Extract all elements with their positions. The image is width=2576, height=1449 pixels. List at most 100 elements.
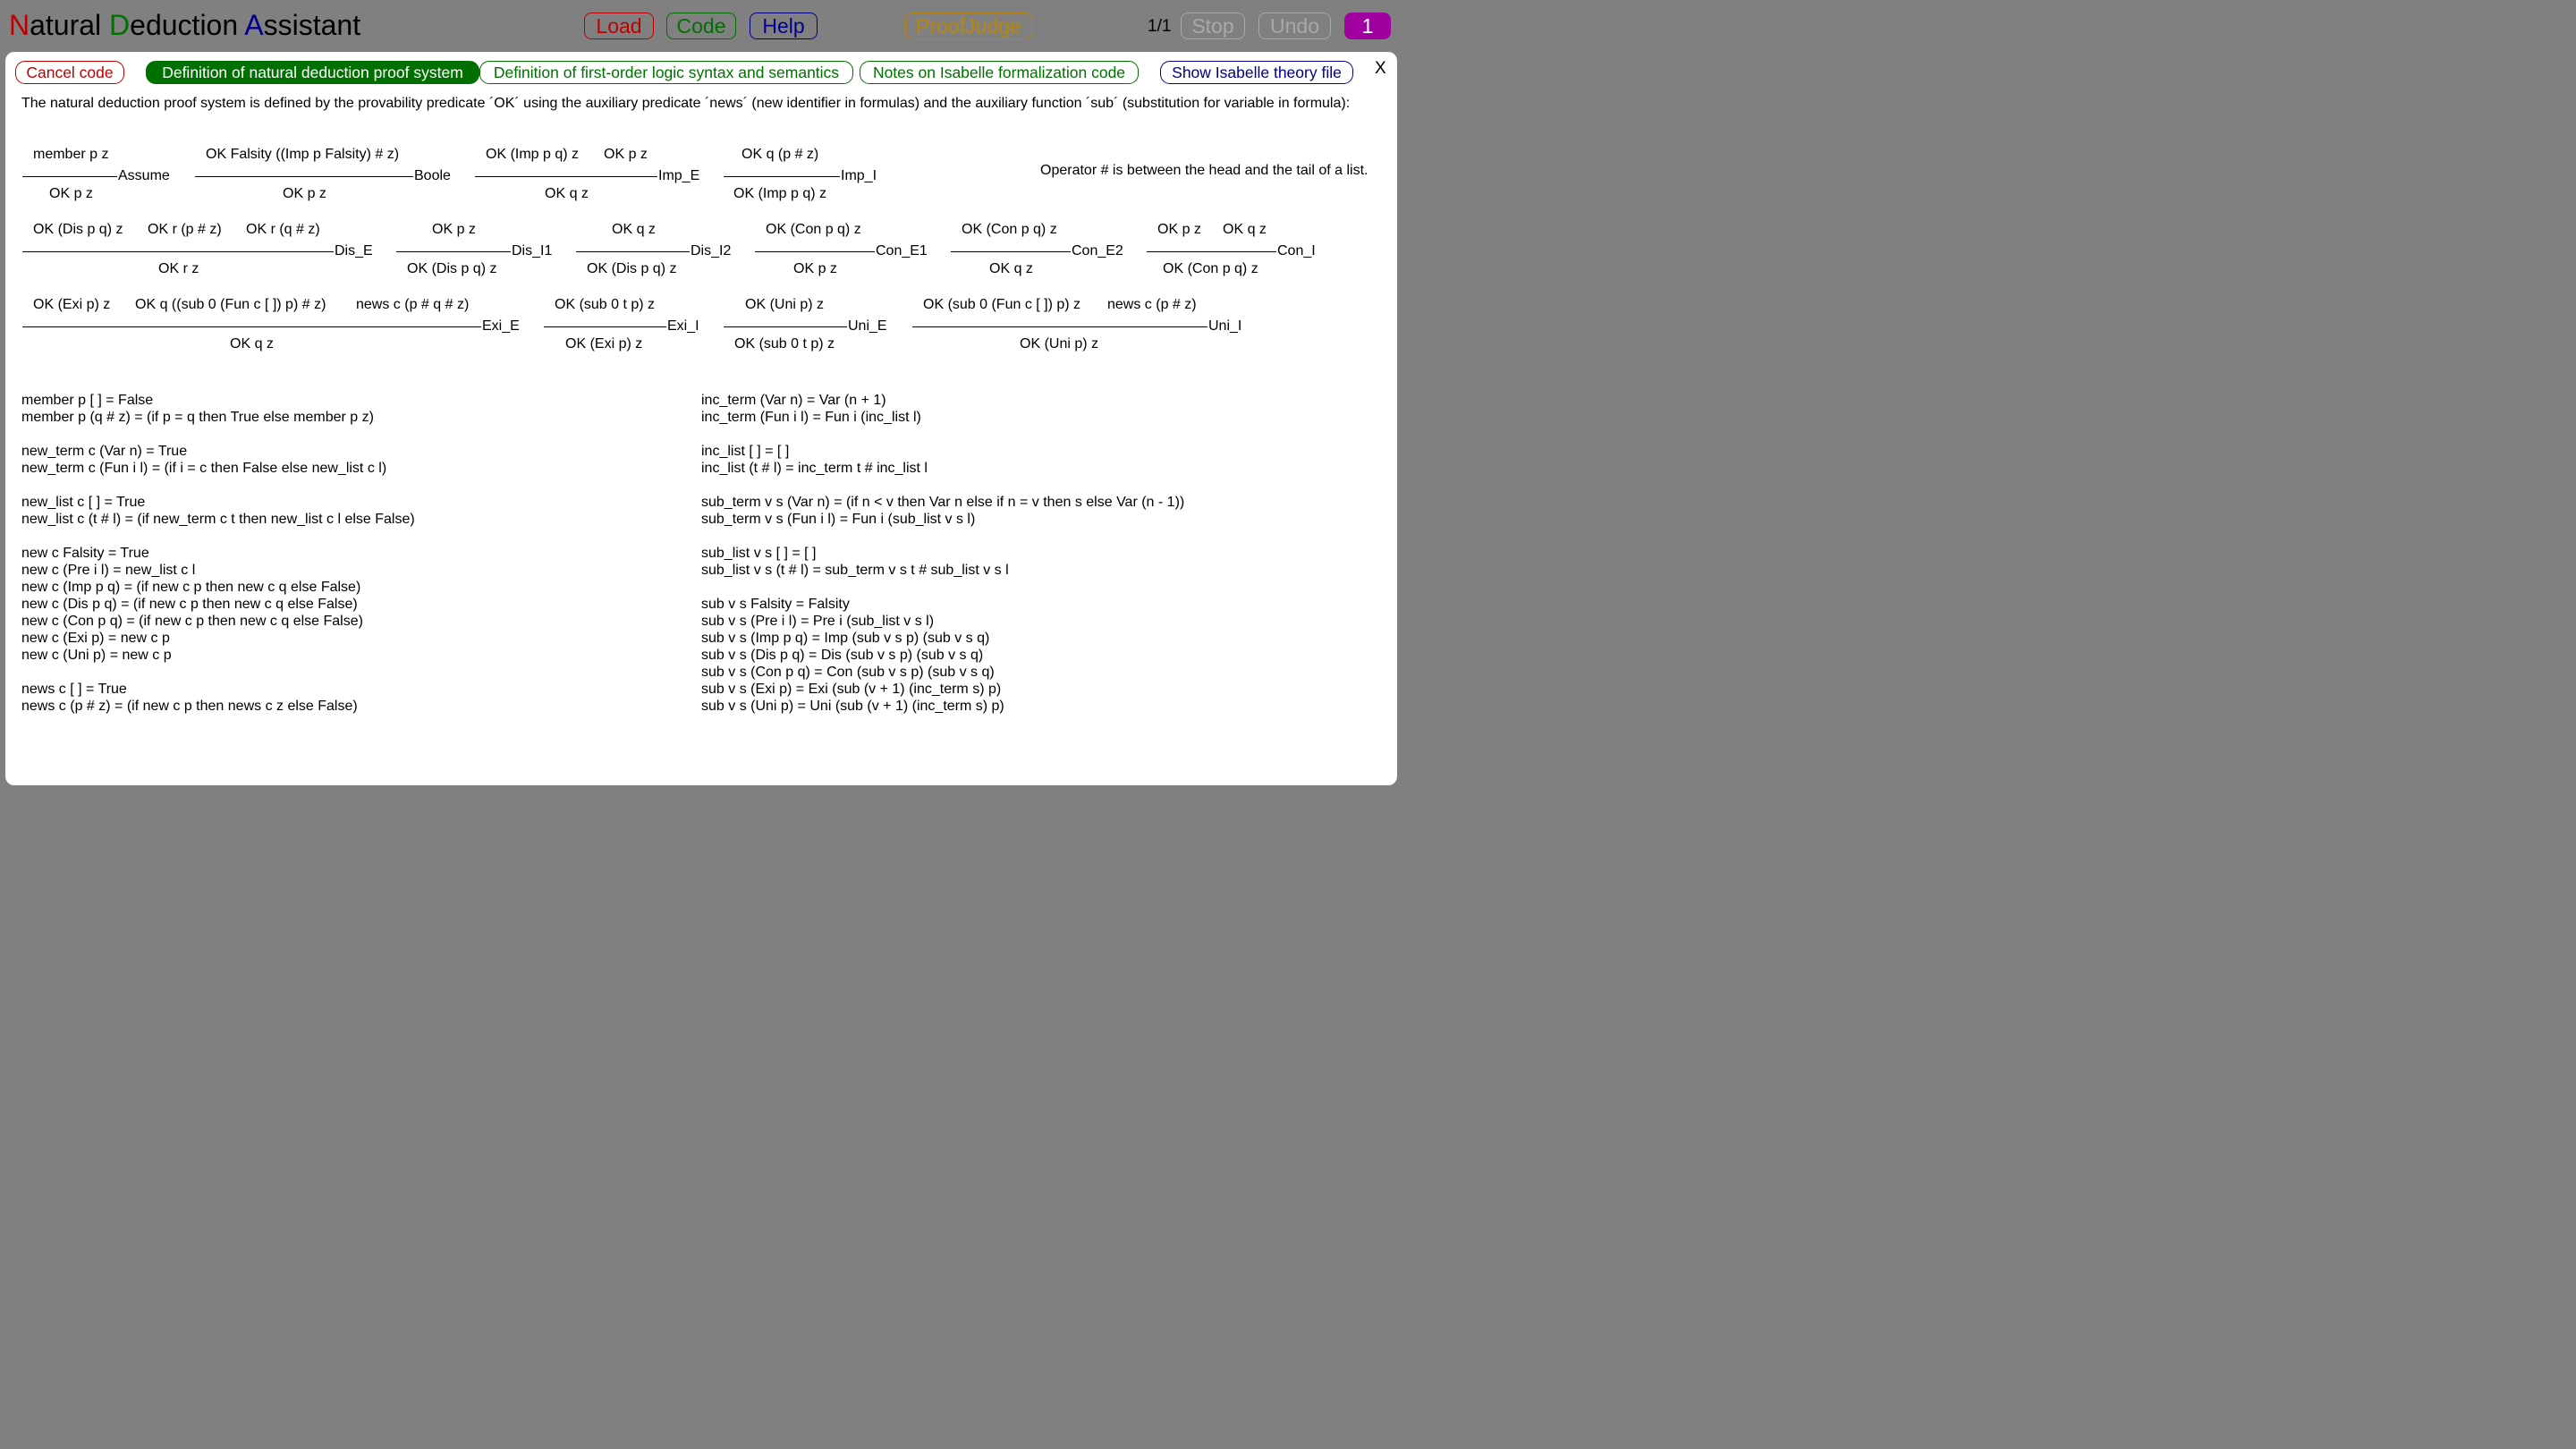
definition-spacer [701,579,1184,596]
tab-natural-deduction-definition[interactable]: Definition of natural deduction proof sy… [146,61,479,84]
rule-conclusion: OK (Imp p q) z [733,186,827,201]
rule-premise: news c (p # z) [1107,297,1197,312]
definition-line: new c (Con p q) = (if new c p then new c… [21,614,363,629]
rule-conclusion: OK (Con p q) z [1163,261,1258,276]
rule-name: Dis_E [335,243,373,258]
code-panel: Cancel code Definition of natural deduct… [5,52,1397,785]
definition-spacer [21,477,415,494]
definition-line: new c (Exi p) = new c p [21,631,170,646]
proofjudge-button[interactable]: ProofJudge [905,13,1032,39]
rule-con-i: OK p z OK q z Con_I OK (Con p q) z [1147,222,1352,277]
definition-line: sub_term v s (Var n) = (if n < v then Va… [701,495,1185,510]
rule-bar [576,251,690,252]
title-part: A [244,9,264,41]
rule-name: Dis_I2 [691,243,732,258]
definition-spacer [21,664,415,681]
rule-premise: OK r (p # z) [148,222,222,237]
rule-bar [1147,251,1276,252]
definition-line: news c [ ] = True [21,682,127,697]
rule-name: Con_E2 [1072,243,1123,258]
definition-line: news c (p # z) = (if new c p then news c… [21,699,358,714]
rule-dis-e: OK (Dis p q) z OK r (p # z) OK r (q # z) D… [22,222,398,277]
rule-premise: OK (Uni p) z [745,297,825,312]
rule-name: Uni_E [848,318,887,334]
rule-premise: OK p z [604,147,648,162]
rule-name: Con_I [1277,243,1316,258]
rule-dis-i1: OK p z Dis_I1 OK (Dis p q) z [396,222,575,277]
rule-conclusion: OK q z [230,336,274,352]
rule-bar [912,326,1208,327]
intro-text: The natural deduction proof system is de… [21,96,1351,111]
undo-button[interactable]: Undo [1258,13,1331,39]
definition-line: inc_list (t # l) = inc_term t # inc_list… [701,461,928,476]
title-part: D [109,9,131,41]
close-icon[interactable]: X [1375,59,1386,79]
definition-spacer [21,426,415,443]
help-button[interactable]: Help [750,13,818,39]
definition-line: new_term c (Var n) = True [21,444,188,459]
rule-bar [396,251,511,252]
rule-uni-e: OK (Uni p) z Uni_E OK (sub 0 t p) z [724,297,911,352]
definition-spacer [21,528,415,545]
rule-boole: OK Falsity ((Imp p Falsity) # z) Boole O… [195,147,463,202]
rule-conclusion: OK (Exi p) z [565,336,643,352]
definition-line: new c Falsity = True [21,546,149,561]
rule-conclusion: OK p z [283,186,326,201]
rule-con-e1: OK (Con p q) z Con_E1 OK p z [755,222,943,277]
rule-imp-i: OK q (p # z) Imp_I OK (Imp p q) z [724,147,902,202]
rule-name: Exi_E [482,318,520,334]
definition-line: sub_list v s [ ] = [ ] [701,546,817,561]
code-button[interactable]: Code [666,13,736,39]
definition-line: new c (Imp p q) = (if new c p then new c… [21,580,361,595]
stop-button[interactable]: Stop [1181,13,1245,39]
definition-line: new_list c (t # l) = (if new_term c t th… [21,512,415,527]
tab-isabelle-notes[interactable]: Notes on Isabelle formalization code [860,61,1139,84]
title-part: N [9,9,30,41]
rule-premise: OK (sub 0 t p) z [555,297,656,312]
rule-dis-i2: OK q z Dis_I2 OK (Dis p q) z [576,222,755,277]
definition-line: new_term c (Fun i l) = (if i = c then Fa… [21,461,387,476]
tab-fol-syntax-semantics[interactable]: Definition of first-order logic syntax a… [479,61,853,84]
rule-conclusion: OK r z [158,261,199,276]
rule-premise: news c (p # q # z) [356,297,470,312]
rule-premise: OK q z [1223,222,1267,237]
definition-line: sub_term v s (Fun i l) = Fun i (sub_list… [701,512,976,527]
rule-conclusion: OK p z [793,261,837,276]
rule-conclusion: OK (Uni p) z [1020,336,1099,352]
rule-imp-e: OK (Imp p q) z OK p z Imp_E OK q z [475,147,716,202]
rule-exi-e: OK (Exi p) z OK q ((sub 0 (Fun c [ ]) p) … [22,297,532,352]
definition-line: new_list c [ ] = True [21,495,146,510]
step-button[interactable]: 1 [1344,13,1391,39]
show-isabelle-theory-button[interactable]: Show Isabelle theory file [1160,61,1353,84]
rule-premise: OK (Dis p q) z [33,222,123,237]
rule-name: Assume [118,168,170,183]
definition-line: sub v s (Con p q) = Con (sub v s p) (sub… [701,665,995,680]
definition-spacer [701,477,1184,494]
rule-premise: OK q ((sub 0 (Fun c [ ]) p) # z) [135,297,326,312]
rule-bar [22,176,117,177]
rule-premise: OK (sub 0 (Fun c [ ]) p) z [923,297,1081,312]
list-operator-note: Operator # is between the head and the t… [1040,163,1368,178]
rule-name: Dis_I1 [512,243,553,258]
rule-name: Con_E1 [876,243,928,258]
load-button[interactable]: Load [584,13,654,39]
rule-premise: OK (Con p q) z [962,222,1057,237]
rule-name: Imp_I [841,168,877,183]
rule-premise: OK q (p # z) [741,147,819,162]
rule-bar [544,326,666,327]
rule-premise: OK (Imp p q) z [486,147,580,162]
rule-conclusion: OK q z [545,186,589,201]
rule-premise: member p z [33,147,109,162]
rule-bar [22,251,334,252]
rule-uni-i: OK (sub 0 (Fun c [ ]) p) z news c (p # z)… [912,297,1288,352]
rule-conclusion: OK (sub 0 t p) z [734,336,835,352]
definition-line: new c (Uni p) = new c p [21,648,172,663]
rule-assume: member p z Assume OK p z [22,147,192,202]
definition-line: sub_list v s (t # l) = sub_term v s t # … [701,563,1009,578]
definition-spacer [701,426,1184,443]
title-part: ural [53,9,110,41]
rule-bar [475,176,657,177]
cancel-code-tab[interactable]: Cancel code [15,61,124,84]
rule-conclusion: OK p z [49,186,93,201]
definition-line: sub v s (Imp p q) = Imp (sub v s p) (sub… [701,631,990,646]
